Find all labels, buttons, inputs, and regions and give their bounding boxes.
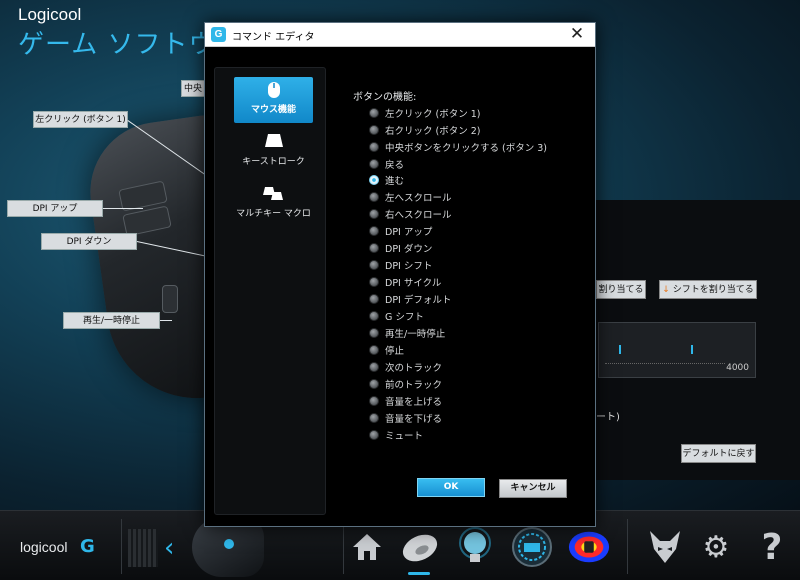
nav-multikey-macro[interactable]: マルチキー マクロ (234, 181, 313, 227)
radio-button[interactable] (369, 395, 379, 406)
function-option[interactable]: 右へスクロール (369, 206, 452, 221)
radio-button[interactable] (369, 158, 379, 169)
function-option[interactable]: 次のトラック (369, 359, 442, 374)
mouse-side-button-3[interactable] (162, 285, 178, 313)
active-tab-indicator (408, 572, 430, 575)
radio-button[interactable] (369, 310, 379, 321)
multikey-icon (262, 185, 285, 203)
command-editor-dialog: G コマンド エディタ ✕ マウス機能 キーストローク マルチキー マクロ ボタ… (204, 22, 596, 527)
callout-center[interactable]: 中央 (181, 80, 205, 97)
function-option[interactable]: 左クリック (ボタン 1) (369, 105, 481, 120)
speedometer-icon[interactable] (510, 525, 554, 569)
mouse-icon (263, 81, 285, 99)
divider (627, 519, 628, 574)
radio-button-selected[interactable] (369, 174, 379, 185)
function-option[interactable]: 音量を上げる (369, 393, 442, 408)
reset-default-button[interactable]: デフォルトに戻す (681, 444, 756, 463)
dpi-marker[interactable] (619, 345, 621, 354)
shift-assign-button[interactable]: ↓ シフトを割り当てる (659, 280, 757, 299)
callout-line (160, 320, 172, 321)
radio-button[interactable] (369, 107, 379, 118)
function-option[interactable]: 右クリック (ボタン 2) (369, 122, 481, 137)
divider (343, 519, 344, 574)
lighting-icon[interactable] (453, 525, 497, 569)
callout-dpi-up[interactable]: DPI アップ (7, 200, 103, 217)
mouse-icon[interactable] (398, 525, 442, 569)
logicool-logo: logicool (20, 539, 68, 555)
function-option[interactable]: DPI シフト (369, 257, 432, 272)
dpi-marker[interactable] (691, 345, 693, 354)
radio-button[interactable] (369, 429, 379, 440)
radio-button[interactable] (369, 378, 379, 389)
nav-mouse-function[interactable]: マウス機能 (234, 77, 313, 123)
ok-button[interactable]: OK (417, 478, 485, 497)
divider (121, 519, 122, 574)
slider-max-label: 4000 (726, 363, 749, 373)
function-option[interactable]: DPI デフォルト (369, 291, 451, 306)
function-option[interactable]: 中央ボタンをクリックする (ボタン 3) (369, 139, 547, 154)
gear-icon[interactable]: ⚙ (694, 525, 738, 569)
radio-button[interactable] (369, 191, 379, 202)
dialog-title: コマンド エディタ (232, 32, 315, 43)
dialog-titlebar[interactable]: G コマンド エディタ ✕ (205, 23, 595, 47)
brand-logo-text: Logicool (18, 5, 82, 24)
callout-left-click[interactable]: 左クリック (ボタン 1) (33, 111, 128, 128)
radio-button[interactable] (369, 344, 379, 355)
keyboard-thumb-icon[interactable] (128, 529, 158, 567)
function-option[interactable]: 再生/一時停止 (369, 325, 445, 340)
function-option[interactable]: 前のトラック (369, 376, 442, 391)
function-option[interactable]: 音量を下げる (369, 410, 442, 425)
radio-button[interactable] (369, 242, 379, 253)
function-option[interactable]: ミュート (369, 427, 423, 442)
radio-button[interactable] (369, 293, 379, 304)
radio-button[interactable] (369, 259, 379, 270)
wolf-icon[interactable] (643, 525, 687, 569)
radio-button[interactable] (369, 141, 379, 152)
function-option[interactable]: DPI アップ (369, 223, 432, 238)
dpi-slider-box[interactable]: 4000 (598, 322, 756, 378)
chevron-left-icon[interactable]: ‹ (164, 533, 174, 563)
g-logo-icon: G (80, 536, 95, 557)
radio-button[interactable] (369, 276, 379, 287)
radio-button[interactable] (369, 225, 379, 236)
callout-play-pause[interactable]: 再生/一時停止 (63, 312, 160, 329)
radio-button[interactable] (369, 412, 379, 423)
function-option[interactable]: 戻る (369, 156, 404, 171)
function-heading: ボタンの機能: (353, 92, 417, 103)
g-logo-icon: G (211, 27, 226, 42)
callout-line (103, 208, 143, 209)
arrow-icon: ↓ (662, 285, 670, 295)
function-option[interactable]: DPI サイクル (369, 274, 441, 289)
function-option[interactable]: G シフト (369, 308, 424, 323)
function-option[interactable]: 左へスクロール (369, 189, 452, 204)
heatmap-icon[interactable] (567, 525, 611, 569)
slider-track (605, 363, 725, 364)
assign-button[interactable]: 割り当てる (596, 280, 646, 299)
radio-button[interactable] (369, 327, 379, 338)
callout-dpi-down[interactable]: DPI ダウン (41, 233, 137, 250)
help-icon[interactable]: ? (750, 525, 794, 569)
radio-button[interactable] (369, 208, 379, 219)
key-icon (263, 133, 285, 151)
function-option[interactable]: DPI ダウン (369, 240, 432, 255)
function-option[interactable]: 停止 (369, 342, 404, 357)
close-icon[interactable]: ✕ (567, 24, 587, 44)
partial-text: ート) (596, 412, 620, 423)
function-option[interactable]: 進む (369, 172, 404, 187)
editor-nav-panel: マウス機能 キーストローク マルチキー マクロ (214, 67, 326, 515)
nav-keystroke[interactable]: キーストローク (234, 129, 313, 175)
radio-button[interactable] (369, 361, 379, 372)
cancel-button[interactable]: キャンセル (499, 479, 567, 498)
radio-button[interactable] (369, 124, 379, 135)
home-icon[interactable] (345, 525, 389, 569)
